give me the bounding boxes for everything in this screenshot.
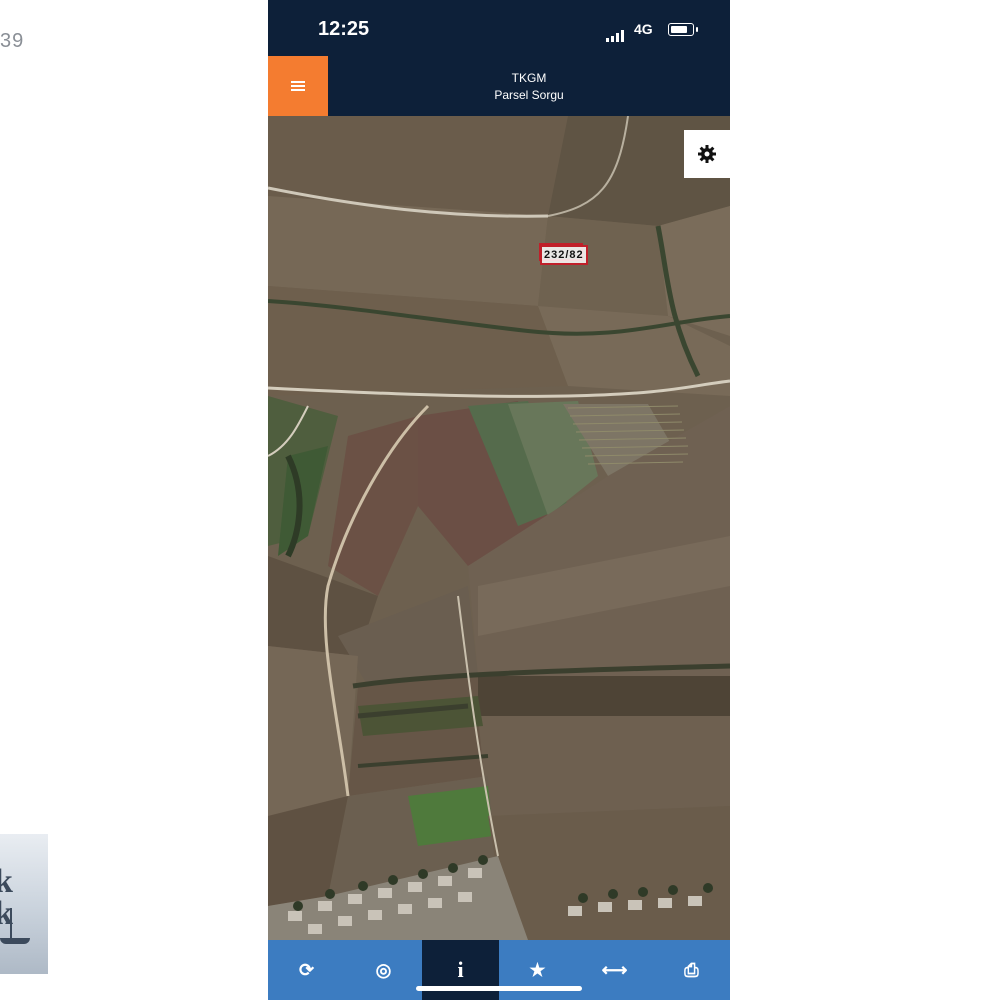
satellite-map[interactable] — [268, 116, 730, 940]
header-titles: TKGM Parsel Sorgu — [328, 70, 730, 104]
app-title: TKGM — [511, 71, 547, 85]
locate-button[interactable]: ◎ — [345, 940, 422, 1000]
status-time: 12:25 — [318, 18, 370, 40]
locate-icon: ◎ — [375, 960, 392, 980]
ruler-icon: ⟷ — [601, 960, 628, 980]
bottom-toolbar: ⟳ ◎ i ★ ⟷ ⎙ — [268, 940, 730, 1000]
refresh-button[interactable]: ⟳ — [268, 940, 345, 1000]
signal-icon — [606, 24, 626, 42]
info-icon: i — [457, 957, 464, 982]
battery-icon — [668, 23, 698, 36]
star-icon: ★ — [529, 960, 546, 980]
corner-text: 39 — [0, 30, 25, 52]
hamburger-icon — [291, 81, 305, 91]
menu-button[interactable] — [268, 56, 328, 116]
settings-button[interactable] — [684, 130, 730, 178]
app-header: TKGM Parsel Sorgu — [268, 56, 730, 116]
watermark-logo: kk — [0, 834, 48, 974]
printer-icon: ⎙ — [684, 960, 699, 980]
favorite-button[interactable]: ★ — [499, 940, 576, 1000]
print-button[interactable]: ⎙ — [653, 940, 730, 1000]
phone-screen: 12:25 4G TKGM Parsel Sorgu 232/82 ⟳ ◎ i … — [268, 0, 730, 1000]
app-subtitle: Parsel Sorgu — [494, 88, 564, 102]
gear-icon — [698, 145, 716, 163]
measure-button[interactable]: ⟷ — [576, 940, 653, 1000]
network-type: 4G — [634, 21, 653, 37]
parcel-label[interactable]: 232/82 — [540, 245, 588, 265]
refresh-icon: ⟳ — [298, 960, 315, 980]
status-bar: 12:25 4G — [268, 0, 730, 56]
home-indicator[interactable] — [416, 986, 582, 991]
info-button[interactable]: i — [422, 940, 499, 1000]
map-imagery — [268, 116, 730, 940]
